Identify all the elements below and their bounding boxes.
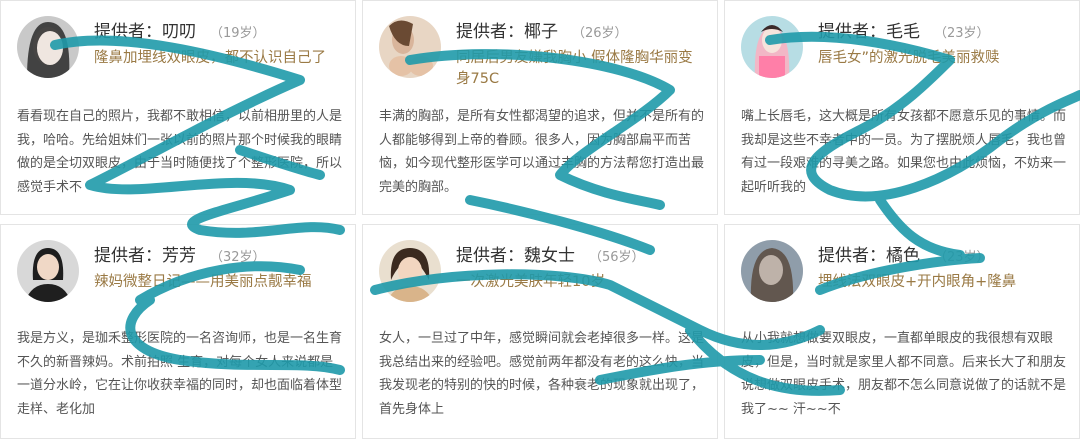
provider-age: （32岁） — [210, 250, 266, 265]
case-description: 我是方义，是珈禾整形医院的一名咨询师，也是一名生育不久的新晋辣妈。术前拍照 生育… — [17, 331, 343, 417]
case-description: 看看现在自己的照片，我都不敢相信，以前相册里的人是我，哈哈。先给姐妹们一张以前的… — [17, 109, 343, 195]
provider-line: 提供者：叨叨 （19岁） — [94, 17, 266, 42]
case-title-link[interactable]: 埋线法双眼皮+开内眼角+隆鼻 — [818, 272, 1068, 293]
provider-line: 提供者：橘色 （23岁） — [818, 241, 990, 266]
avatar[interactable] — [17, 16, 79, 78]
testimonial-card[interactable]: 提供者：魏女士 （56岁） 一次激光美肤年轻10岁 女人，一旦过了中年，感觉瞬间就… — [362, 224, 718, 439]
testimonial-card[interactable]: 提供者：椰子 （26岁） 同居后男友嫌我胸小 假体隆胸华丽变身75C 丰满的胸部，… — [362, 0, 718, 215]
case-description: 女人，一旦过了中年，感觉瞬间就会老掉很多一样。这是我总结出来的经验吧。感觉前两年… — [379, 331, 705, 417]
case-title-link[interactable]: 辣妈微整日记——用美丽点靓幸福 — [94, 272, 344, 293]
case-title-link[interactable]: 同居后男友嫌我胸小 假体隆胸华丽变身75C — [456, 48, 706, 90]
avatar[interactable] — [379, 16, 441, 78]
provider-line: 提供者：毛毛 （23岁） — [818, 17, 990, 42]
testimonial-card[interactable]: 提供者：叨叨 （19岁） 隆鼻加埋线双眼皮，都不认识自己了 看看现在自己的照片，我… — [0, 0, 356, 215]
case-title-link[interactable]: 一次激光美肤年轻10岁 — [456, 272, 706, 293]
provider-line: 提供者：芳芳 （32岁） — [94, 241, 266, 266]
provider-age: （23岁） — [934, 26, 990, 41]
case-title-link[interactable]: 唇毛女”的激光脱毛美丽救赎 — [818, 48, 1068, 69]
provider-age: （26岁） — [572, 26, 628, 41]
provider-name: 提供者：椰子 — [456, 22, 558, 42]
case-description: 从小我就想做要双眼皮，一直都单眼皮的我很想有双眼皮，但是，当时就是家里人都不同意… — [741, 331, 1067, 417]
testimonial-card[interactable]: 提供者：芳芳 （32岁） 辣妈微整日记——用美丽点靓幸福 我是方义，是珈禾整形医院… — [0, 224, 356, 439]
provider-name: 提供者：魏女士 — [456, 246, 575, 266]
avatar[interactable] — [17, 240, 79, 302]
avatar[interactable] — [741, 240, 803, 302]
testimonial-card[interactable]: 提供者：毛毛 （23岁） 唇毛女”的激光脱毛美丽救赎 嘴上长唇毛，这大概是所有女孩… — [724, 0, 1080, 215]
case-description: 丰满的胸部，是所有女性都渴望的追求，但并不是所有的人都能够得到上帝的眷顾。很多人… — [379, 109, 705, 195]
provider-name: 提供者：芳芳 — [94, 246, 196, 266]
case-title-link[interactable]: 隆鼻加埋线双眼皮，都不认识自己了 — [94, 48, 344, 69]
testimonial-card[interactable]: 提供者：橘色 （23岁） 埋线法双眼皮+开内眼角+隆鼻 从小我就想做要双眼皮，一直… — [724, 224, 1080, 439]
provider-name: 提供者：毛毛 — [818, 22, 920, 42]
provider-age: （19岁） — [210, 26, 266, 41]
testimonial-grid: 提供者：叨叨 （19岁） 隆鼻加埋线双眼皮，都不认识自己了 看看现在自己的照片，我… — [0, 0, 1080, 439]
provider-age: （56岁） — [589, 250, 645, 265]
provider-name: 提供者：橘色 — [818, 246, 920, 266]
avatar[interactable] — [379, 240, 441, 302]
provider-line: 提供者：椰子 （26岁） — [456, 17, 628, 42]
provider-line: 提供者：魏女士 （56岁） — [456, 241, 645, 266]
provider-age: （23岁） — [934, 250, 990, 265]
provider-name: 提供者：叨叨 — [94, 22, 196, 42]
avatar[interactable] — [741, 16, 803, 78]
case-description: 嘴上长唇毛，这大概是所有女孩都不愿意乐见的事情。而我却是这些不幸者中的一员。为了… — [741, 109, 1067, 195]
